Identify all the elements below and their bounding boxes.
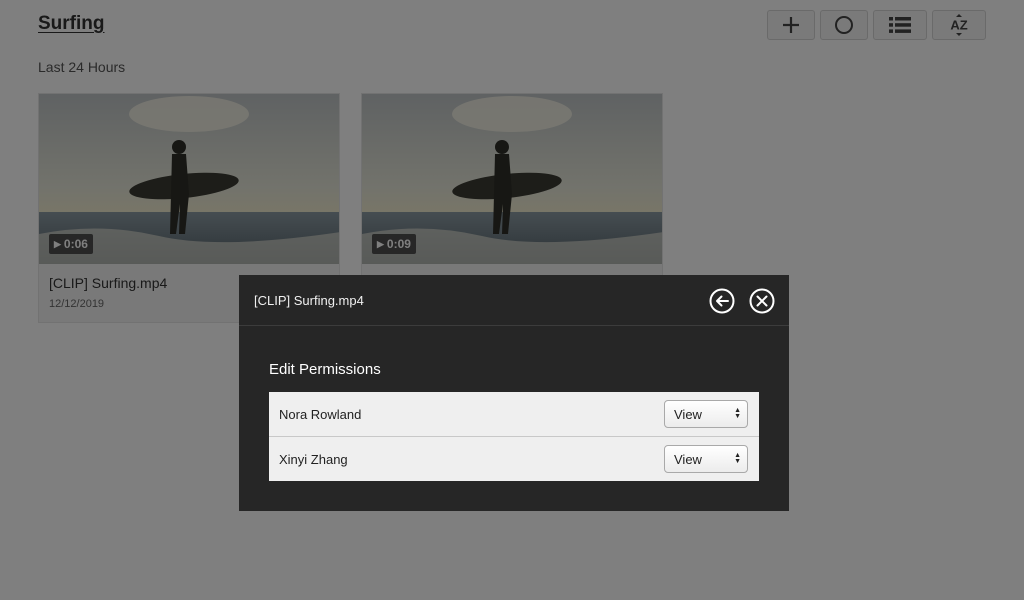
permission-select[interactable]: View ▲ ▼ (664, 445, 748, 473)
modal-title: [CLIP] Surfing.mp4 (254, 293, 364, 308)
permission-select[interactable]: View ▲ ▼ (664, 400, 748, 428)
permission-row: Nora Rowland View ▲ ▼ (269, 392, 759, 437)
close-icon (749, 288, 775, 314)
user-name: Xinyi Zhang (279, 451, 348, 467)
permission-row: Xinyi Zhang View ▲ ▼ (269, 437, 759, 481)
close-button[interactable] (749, 288, 775, 314)
select-arrows-icon: ▲ ▼ (734, 452, 741, 465)
permissions-list: Nora Rowland View ▲ ▼ Xinyi Zhang View ▲ ▼ (269, 392, 759, 481)
back-arrow-icon (709, 288, 735, 314)
permission-value: View (674, 451, 702, 467)
permission-value: View (674, 406, 702, 422)
select-arrows-icon: ▲ ▼ (734, 407, 741, 420)
modal-header: [CLIP] Surfing.mp4 (239, 275, 789, 326)
section-heading: Edit Permissions (269, 361, 381, 378)
modal-body: Edit Permissions Nora Rowland View ▲ ▼ Xi… (269, 361, 759, 481)
permissions-modal: [CLIP] Surfing.mp4 Edit Permissions Nora… (239, 275, 789, 511)
modal-actions (709, 288, 775, 314)
back-button[interactable] (709, 288, 735, 314)
user-name: Nora Rowland (279, 406, 362, 422)
